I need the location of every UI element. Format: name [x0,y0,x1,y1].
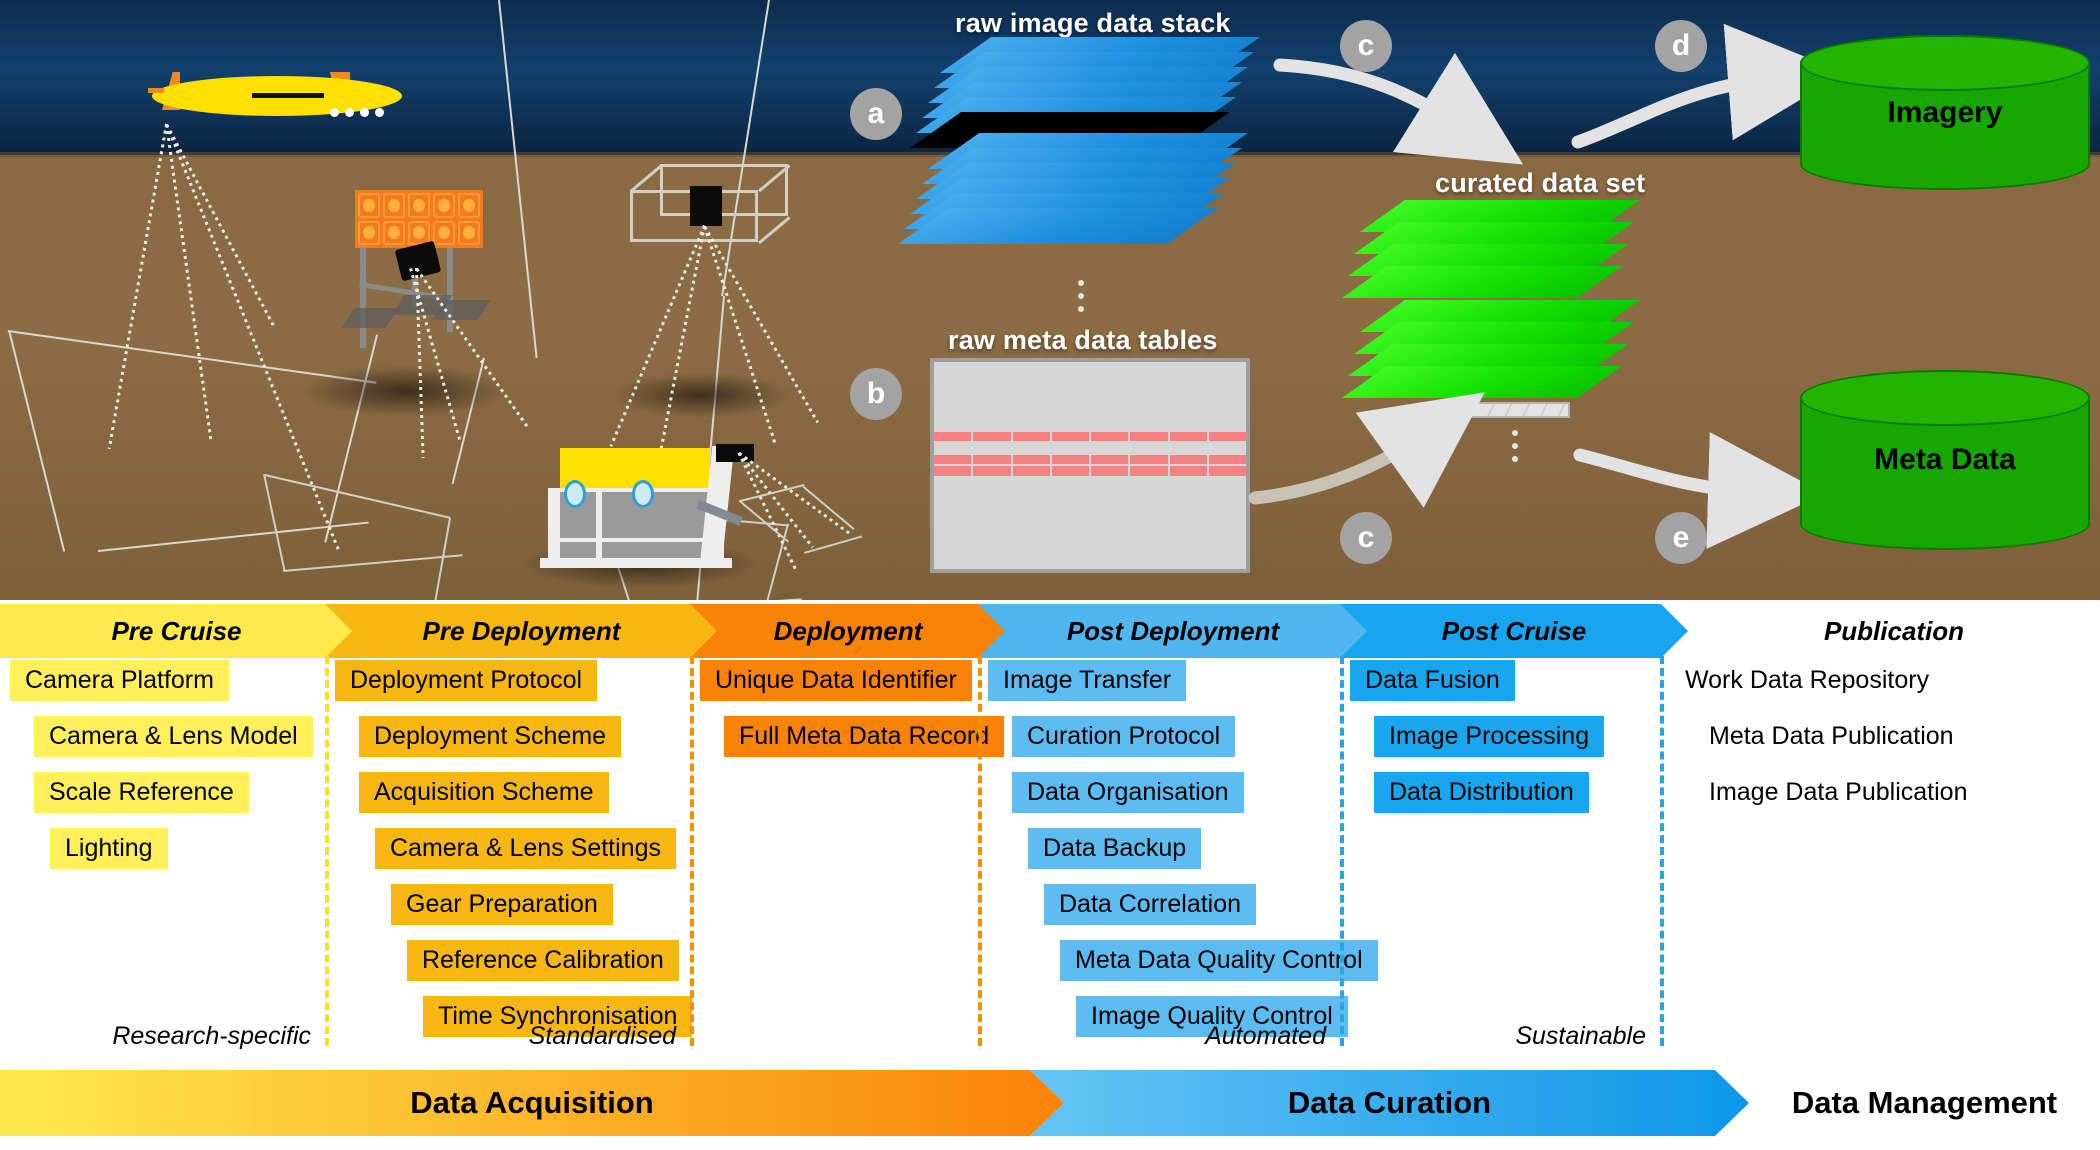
marker-c-top: c [1340,20,1392,72]
task-pill[interactable]: Data Backup [1028,828,1202,869]
rov-camera [690,186,722,226]
task-pill[interactable]: Meta Data Quality Control [1060,940,1378,981]
phase-divider [1660,656,1664,1046]
raw-meta-tables-label: raw meta data tables [948,325,1218,355]
task-pill[interactable]: Image Data Publication [1694,772,1982,813]
task-pill[interactable]: Data Distribution [1374,772,1589,813]
marker-d: d [1655,20,1707,72]
phase-header-post-deployment[interactable]: Post Deployment [978,604,1368,658]
flagged-meta-row [934,431,1246,442]
stack-continues-dots [1078,280,1084,319]
phase-divider [325,656,329,1046]
summary-band[interactable]: Data Curation [1030,1070,1749,1136]
task-pill[interactable]: Scale Reference [34,772,249,813]
metadata-db-label: Meta Data [1874,443,2016,476]
phase-header-pre-cruise[interactable]: Pre Cruise [0,604,353,658]
phase-divider [1340,656,1344,1046]
phase-divider [690,656,694,1046]
task-pill[interactable]: Data Correlation [1044,884,1257,925]
summary-band[interactable]: Data Acquisition [0,1070,1064,1136]
task-pill[interactable]: Deployment Protocol [335,660,598,701]
imagery-db-label: Imagery [1887,95,2003,129]
phase-header-deployment[interactable]: Deployment [690,604,1006,658]
task-pill[interactable]: Gear Preparation [391,884,613,925]
task-pill[interactable]: Curation Protocol [1012,716,1236,757]
seafloor-imaging-scene: raw image data stack raw meta data table… [0,0,2100,600]
phase-header-pre-deployment[interactable]: Pre Deployment [325,604,718,658]
raw-meta-data-table [930,358,1250,573]
imagery-database: Imagery [1800,35,2090,190]
flagged-meta-row [934,466,1246,477]
phase-header-publication[interactable]: Publication [1660,604,2100,658]
phase-header-post-cruise[interactable]: Post Cruise [1340,604,1688,658]
task-pill[interactable]: Lighting [50,828,168,869]
phase-note-post-cruise: Sustainable [1515,1022,1646,1050]
task-pill[interactable]: Camera Platform [10,660,229,701]
marker-b: b [850,368,902,420]
curated-data-set-label: curated data set [1435,168,1646,198]
phase-note-pre-deployment: Standardised [528,1022,676,1050]
task-pill[interactable]: Data Fusion [1350,660,1515,701]
task-pill[interactable]: Deployment Scheme [359,716,622,757]
summary-band[interactable]: Data Management [1715,1070,2100,1136]
marker-c-bottom: c [1340,512,1392,564]
task-pill[interactable]: Meta Data Publication [1694,716,1969,757]
marker-e: e [1655,512,1707,564]
sled-light-left [564,480,586,508]
raw-image-stack-label: raw image data stack [955,8,1231,38]
workflow-panel: Pre Cruise Pre Deployment Deployment Post D… [0,600,2100,1150]
task-pill[interactable]: Acquisition Scheme [359,772,609,813]
sled-light-right [632,480,654,508]
task-pill[interactable]: Image Transfer [988,660,1187,701]
task-pill[interactable]: Data Organisation [1012,772,1244,813]
curated-continues-dots [1512,430,1518,469]
task-pill[interactable]: Full Meta Data Record [724,716,1005,757]
phase-divider [978,656,982,1046]
led-light-panel [355,190,483,248]
flagged-meta-row [934,454,1246,465]
task-pill[interactable]: Work Data Repository [1670,660,1944,701]
marker-a: a [850,88,902,140]
phase-note-post-deployment: Automated [1205,1022,1326,1050]
task-pill[interactable]: Camera & Lens Settings [375,828,676,869]
task-pill[interactable]: Unique Data Identifier [700,660,972,701]
metadata-database: Meta Data [1800,370,2090,550]
task-pill[interactable]: Image Processing [1374,716,1605,757]
phase-note-pre-cruise: Research-specific [112,1022,311,1050]
task-pill[interactable]: Camera & Lens Model [34,716,313,757]
task-pill[interactable]: Reference Calibration [407,940,679,981]
